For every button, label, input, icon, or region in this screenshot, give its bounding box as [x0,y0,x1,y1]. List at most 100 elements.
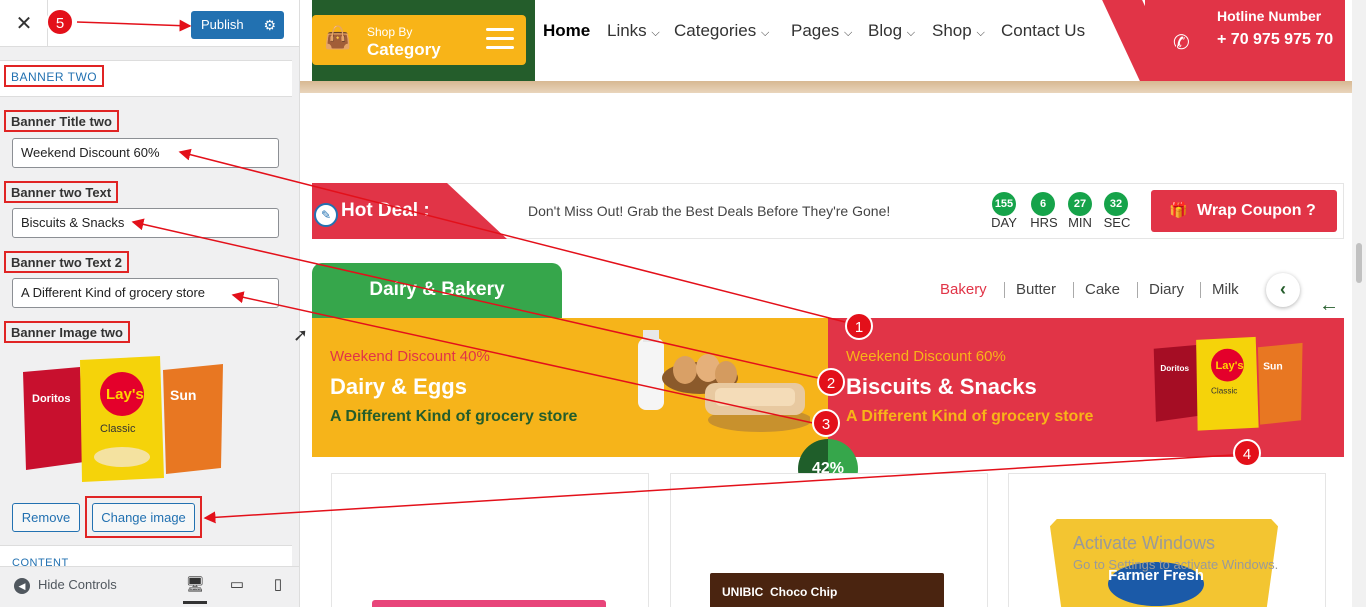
banner-two-text: A Different Kind of grocery store [846,408,1094,425]
chevron-down-icon: ⌵ [976,27,985,39]
hide-controls-button[interactable]: ◀ Hide Controls [14,577,117,594]
hero-image-strip [300,81,1352,93]
divider [1073,282,1074,298]
nav-links[interactable]: Links ⌵ [607,21,660,43]
product-image [372,600,606,607]
banner-title-input[interactable]: Weekend Discount 60% [12,138,279,168]
svg-text:Classic: Classic [1211,386,1237,395]
annotation-badge: 1 [845,312,873,340]
annotation-badge: 2 [817,368,845,396]
divider [1137,282,1138,298]
desktop-preview-icon[interactable]: 🖥 [183,574,207,604]
publish-button[interactable]: Publish ⚙ [191,11,284,39]
product-name: Choco Chip [770,585,838,599]
svg-text:Lay's: Lay's [1215,360,1243,372]
svg-text:Lay's: Lay's [106,386,144,403]
banner-text2-label: Banner two Text 2 [4,251,130,273]
phone-icon: ✆ [1173,32,1190,54]
product-brand: UNIBIC [722,585,764,599]
publish-label: Publish [201,17,244,32]
banner-one-title: Dairy & Eggs [330,374,467,399]
chevron-down-icon: ⌵ [906,27,916,39]
chevron-down-icon: ⌵ [760,27,770,39]
banner-two-discount: Weekend Discount 60% [846,348,1006,365]
annotation-badge: 4 [1233,439,1261,467]
svg-text:Doritos: Doritos [1160,364,1189,373]
preview-scrollbar[interactable] [1352,0,1366,607]
scrollbar-thumb[interactable] [1356,243,1362,283]
annotation-badge: 3 [812,409,840,437]
countdown-hours-label: HRS [1030,215,1058,230]
nav-contact[interactable]: Contact Us [1001,21,1085,43]
hotline-label: Hotline Number [1217,8,1322,24]
shop-by-category-button[interactable]: 👜 Shop By Category [312,15,526,65]
countdown-seconds: 32 [1104,192,1128,216]
banner-text2-input[interactable]: A Different Kind of grocery store [12,278,279,308]
nav-categories-label: Categories [674,21,757,40]
svg-text:Doritos: Doritos [32,393,71,405]
watermark-line1: Activate Windows [1073,533,1216,553]
wrap-coupon-button[interactable]: 🎁 Wrap Coupon ? [1151,190,1337,232]
countdown-days: 155 [992,192,1016,216]
nav-home[interactable]: Home [543,21,590,43]
nav-shop-label: Shop [932,21,972,40]
remove-button[interactable]: Remove [12,503,80,532]
divider [1004,282,1005,298]
category-tab[interactable]: Dairy & Bakery [312,263,562,319]
carousel-prev-arrow-icon[interactable]: ‹ [1266,273,1300,307]
banner-two-title: Biscuits & Snacks [846,374,1037,399]
collapse-icon: ◀ [14,578,30,594]
countdown-minutes-label: MIN [1068,215,1092,230]
banner-text-input[interactable]: Biscuits & Snacks [12,208,279,238]
nav-pages-label: Pages [791,21,840,40]
category-link-milk[interactable]: Milk [1212,281,1239,298]
shop-by-label: Shop By [367,25,413,39]
countdown-minutes: 27 [1068,192,1092,216]
nav-blog-label: Blog [868,21,903,40]
hide-controls-label: Hide Controls [38,577,117,592]
hotline-block: ✆ Hotline Number + 70 975 975 70 [1145,0,1345,81]
category-link-diary[interactable]: Diary [1149,281,1184,298]
mobile-preview-icon[interactable]: ▯ [266,574,290,596]
nav-categories[interactable]: Categories ⌵ [674,21,769,43]
countdown-days-label: DAY [991,215,1017,230]
banner-image-label: Banner Image two [4,321,130,343]
banner-image-preview: Doritos Sun Lay's Classic [18,352,233,484]
banner-title-label: Banner Title two [4,110,119,132]
product-card[interactable] [331,473,649,607]
change-image-button[interactable]: Change image [92,503,195,532]
windows-watermark: Activate Windows Go to Settings to activ… [1073,533,1278,572]
category-link-cake[interactable]: Cake [1085,281,1120,298]
banner-text-label: Banner two Text [4,181,119,203]
category-link-bakery[interactable]: Bakery [940,281,987,298]
hot-deal-text: Don't Miss Out! Grab the Best Deals Befo… [528,203,891,219]
section-title: BANNER TWO [4,65,105,87]
close-icon[interactable]: ✕ [12,12,36,36]
watermark-line2: Go to Settings to activate Windows. [1073,557,1279,572]
countdown-hours: 6 [1031,192,1055,216]
annotation-badge: 5 [46,8,74,36]
hot-deal-title: Hot Deal : [341,200,430,221]
gift-icon: 🎁 [1169,202,1188,219]
wrap-coupon-label: Wrap Coupon ? [1197,202,1316,219]
hotline-number[interactable]: + 70 975 975 70 [1217,28,1337,51]
product-image: UNIBIC Choco Chip [710,573,944,607]
chevron-down-icon: ⌵ [651,27,660,39]
chips-bags-image: Doritos Sun Lay's Classic [23,356,223,482]
countdown-seconds-label: SEC [1103,215,1131,230]
nav-shop[interactable]: Shop ⌵ [932,21,985,43]
mouse-cursor-icon: ➚ [293,325,309,345]
gear-icon[interactable]: ⚙ [263,11,276,39]
chevron-down-icon: ⌵ [843,27,853,39]
banner-two-chips-image: Doritos Sun Lay's Classic [1153,336,1303,431]
tablet-preview-icon[interactable]: ▭ [225,574,249,596]
banner-one-text: A Different Kind of grocery store [330,408,578,425]
nav-links-label: Links [607,21,647,40]
divider [1200,282,1201,298]
edit-pencil-icon[interactable]: ✎ [314,203,338,227]
nav-blog[interactable]: Blog ⌵ [868,21,915,43]
nav-pages[interactable]: Pages ⌵ [791,21,852,43]
category-link-butter[interactable]: Butter [1016,281,1056,298]
svg-text:Classic: Classic [100,423,136,435]
dairy-eggs-image [638,330,810,432]
